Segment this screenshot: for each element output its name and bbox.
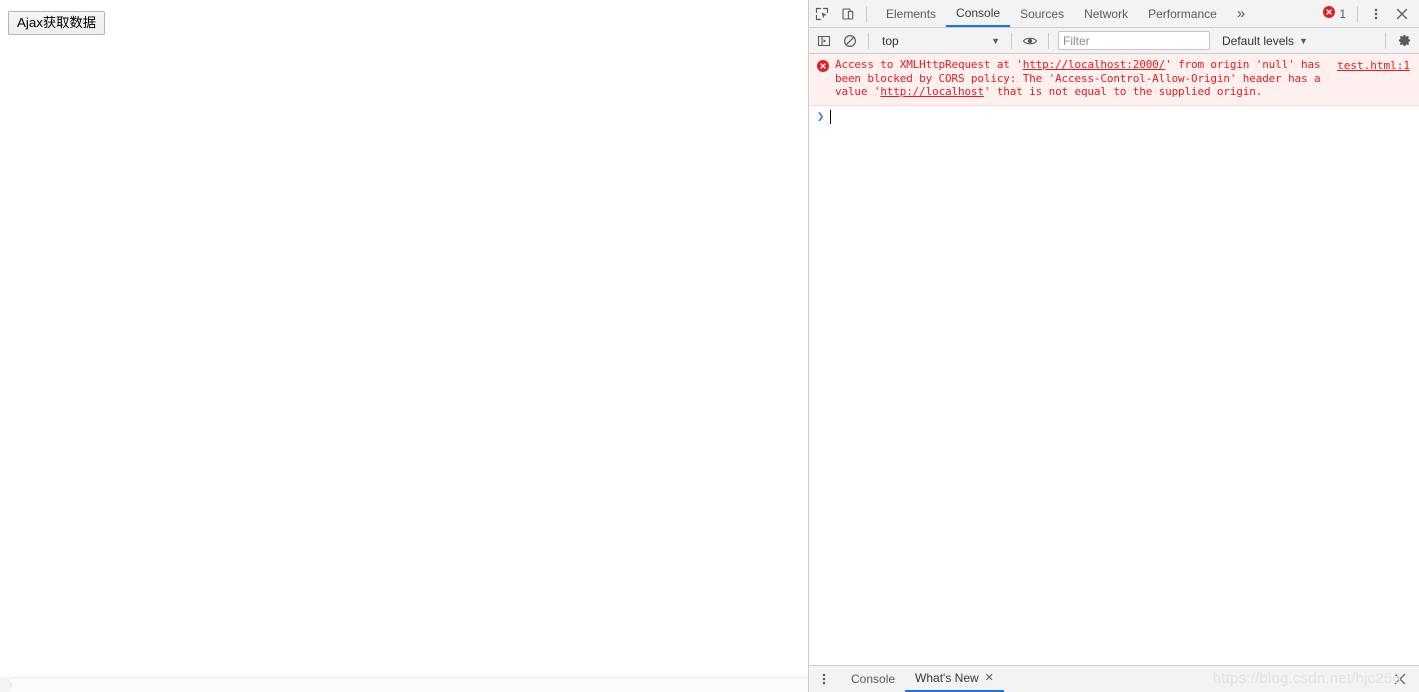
kebab-menu-icon	[817, 672, 831, 686]
close-icon[interactable]: ✕	[985, 672, 994, 684]
tab-network-label: Network	[1084, 6, 1129, 21]
devtools-panel: Elements Console Sources Network Perform…	[809, 0, 1419, 692]
devtools-tab-list: Elements Console Sources Network Perform…	[876, 0, 1255, 27]
tab-sources-label: Sources	[1020, 6, 1065, 21]
ajax-fetch-data-button[interactable]: Ajax获取数据	[8, 11, 106, 35]
console-toolbar-divider-4	[1385, 32, 1386, 49]
web-page-pane: Ajax获取数据	[0, 0, 808, 692]
kebab-menu-icon	[1369, 7, 1383, 21]
tab-elements[interactable]: Elements	[876, 0, 946, 27]
console-sidebar-icon	[817, 34, 831, 48]
tab-performance[interactable]: Performance	[1138, 0, 1227, 27]
live-expression-button[interactable]	[1017, 28, 1043, 54]
page-horizontal-scrollbar[interactable]	[0, 677, 808, 692]
chevron-down-icon: ▼	[1299, 35, 1308, 46]
drawer-tab-list: Console What's New ✕	[841, 666, 1004, 692]
tab-console-label: Console	[956, 5, 1001, 20]
error-circle-icon	[1323, 6, 1336, 21]
close-icon	[1395, 7, 1409, 21]
console-sidebar-toggle-button[interactable]	[811, 28, 837, 54]
clear-console-icon	[843, 34, 857, 48]
devtools-drawer: Console What's New ✕ https://blog.csdn.n…	[809, 665, 1419, 692]
device-toolbar-button[interactable]	[835, 1, 861, 27]
console-toolbar-divider-1	[868, 32, 869, 49]
watermark-text: https://blog.csdn.net/hjc256	[1212, 670, 1401, 687]
more-tabs-button[interactable]: »	[1227, 0, 1255, 27]
console-filter-input[interactable]	[1058, 31, 1210, 50]
devtools-menu-button[interactable]	[1363, 1, 1389, 27]
execution-context-value: top	[882, 33, 899, 48]
console-prompt-row[interactable]: ❯	[809, 106, 1419, 130]
drawer-menu-button[interactable]	[811, 666, 837, 692]
app-root: Ajax获取数据 Elements Console Sources Networ…	[0, 0, 1419, 692]
tab-sources[interactable]: Sources	[1010, 0, 1074, 27]
page-scroll-corner	[0, 677, 10, 692]
clear-console-button[interactable]	[837, 28, 863, 54]
chevron-down-icon: ▼	[991, 35, 1000, 46]
error-url-link[interactable]: http://localhost	[880, 85, 984, 98]
tab-network[interactable]: Network	[1074, 0, 1138, 27]
drawer-tab-whats-new[interactable]: What's New ✕	[905, 666, 1004, 692]
gear-icon	[1397, 33, 1412, 48]
tab-console[interactable]: Console	[946, 0, 1011, 27]
execution-context-select[interactable]: top ▼	[874, 31, 1006, 51]
error-circle-icon	[817, 60, 829, 75]
close-icon	[1393, 672, 1407, 686]
drawer-tab-console[interactable]: Console	[841, 666, 905, 692]
error-text-fragment: Access to XMLHttpRequest at '	[835, 58, 1023, 71]
device-toolbar-icon	[841, 7, 855, 21]
drawer-right-controls	[1387, 666, 1419, 692]
drawer-tab-whats-new-label: What's New	[915, 671, 979, 685]
devtools-settings-button[interactable]	[1391, 28, 1417, 54]
error-text-fragment: ' that is not equal to the supplied orig…	[983, 85, 1263, 99]
tabbar-right-controls: 1	[1321, 1, 1419, 27]
console-error-text: Access to XMLHttpRequest at 'http://loca…	[835, 58, 1347, 99]
log-levels-label: Default levels	[1222, 33, 1295, 48]
devtools-tabbar: Elements Console Sources Network Perform…	[809, 0, 1419, 28]
console-prompt-caret[interactable]	[830, 110, 832, 124]
inspect-element-button[interactable]	[809, 1, 835, 27]
console-toolbar-divider-3	[1048, 32, 1049, 49]
tabbar-divider	[866, 5, 867, 22]
console-error-message[interactable]: Access to XMLHttpRequest at 'http://loca…	[809, 54, 1419, 106]
console-error-source-link[interactable]: test.html:1	[1337, 59, 1410, 73]
console-toolbar-divider-2	[1011, 32, 1012, 49]
live-expression-eye-icon	[1022, 33, 1038, 49]
tab-elements-label: Elements	[886, 6, 937, 21]
log-levels-select[interactable]: Default levels ▼	[1214, 34, 1316, 48]
tab-performance-label: Performance	[1148, 6, 1217, 21]
drawer-close-button[interactable]	[1387, 666, 1413, 692]
error-count-badge[interactable]: 1	[1321, 6, 1352, 21]
devtools-close-button[interactable]	[1389, 1, 1415, 27]
tabbar-right-divider	[1357, 5, 1358, 22]
console-output-area[interactable]: Access to XMLHttpRequest at 'http://loca…	[809, 54, 1419, 665]
error-count-label: 1	[1339, 6, 1346, 21]
console-toolbar: top ▼ Default levels ▼	[809, 28, 1419, 54]
error-url-link[interactable]: http://localhost:2000/	[1023, 58, 1166, 71]
inspect-element-icon	[815, 7, 829, 21]
prompt-arrow-icon: ❯	[817, 109, 825, 123]
drawer-tab-console-label: Console	[851, 672, 896, 686]
